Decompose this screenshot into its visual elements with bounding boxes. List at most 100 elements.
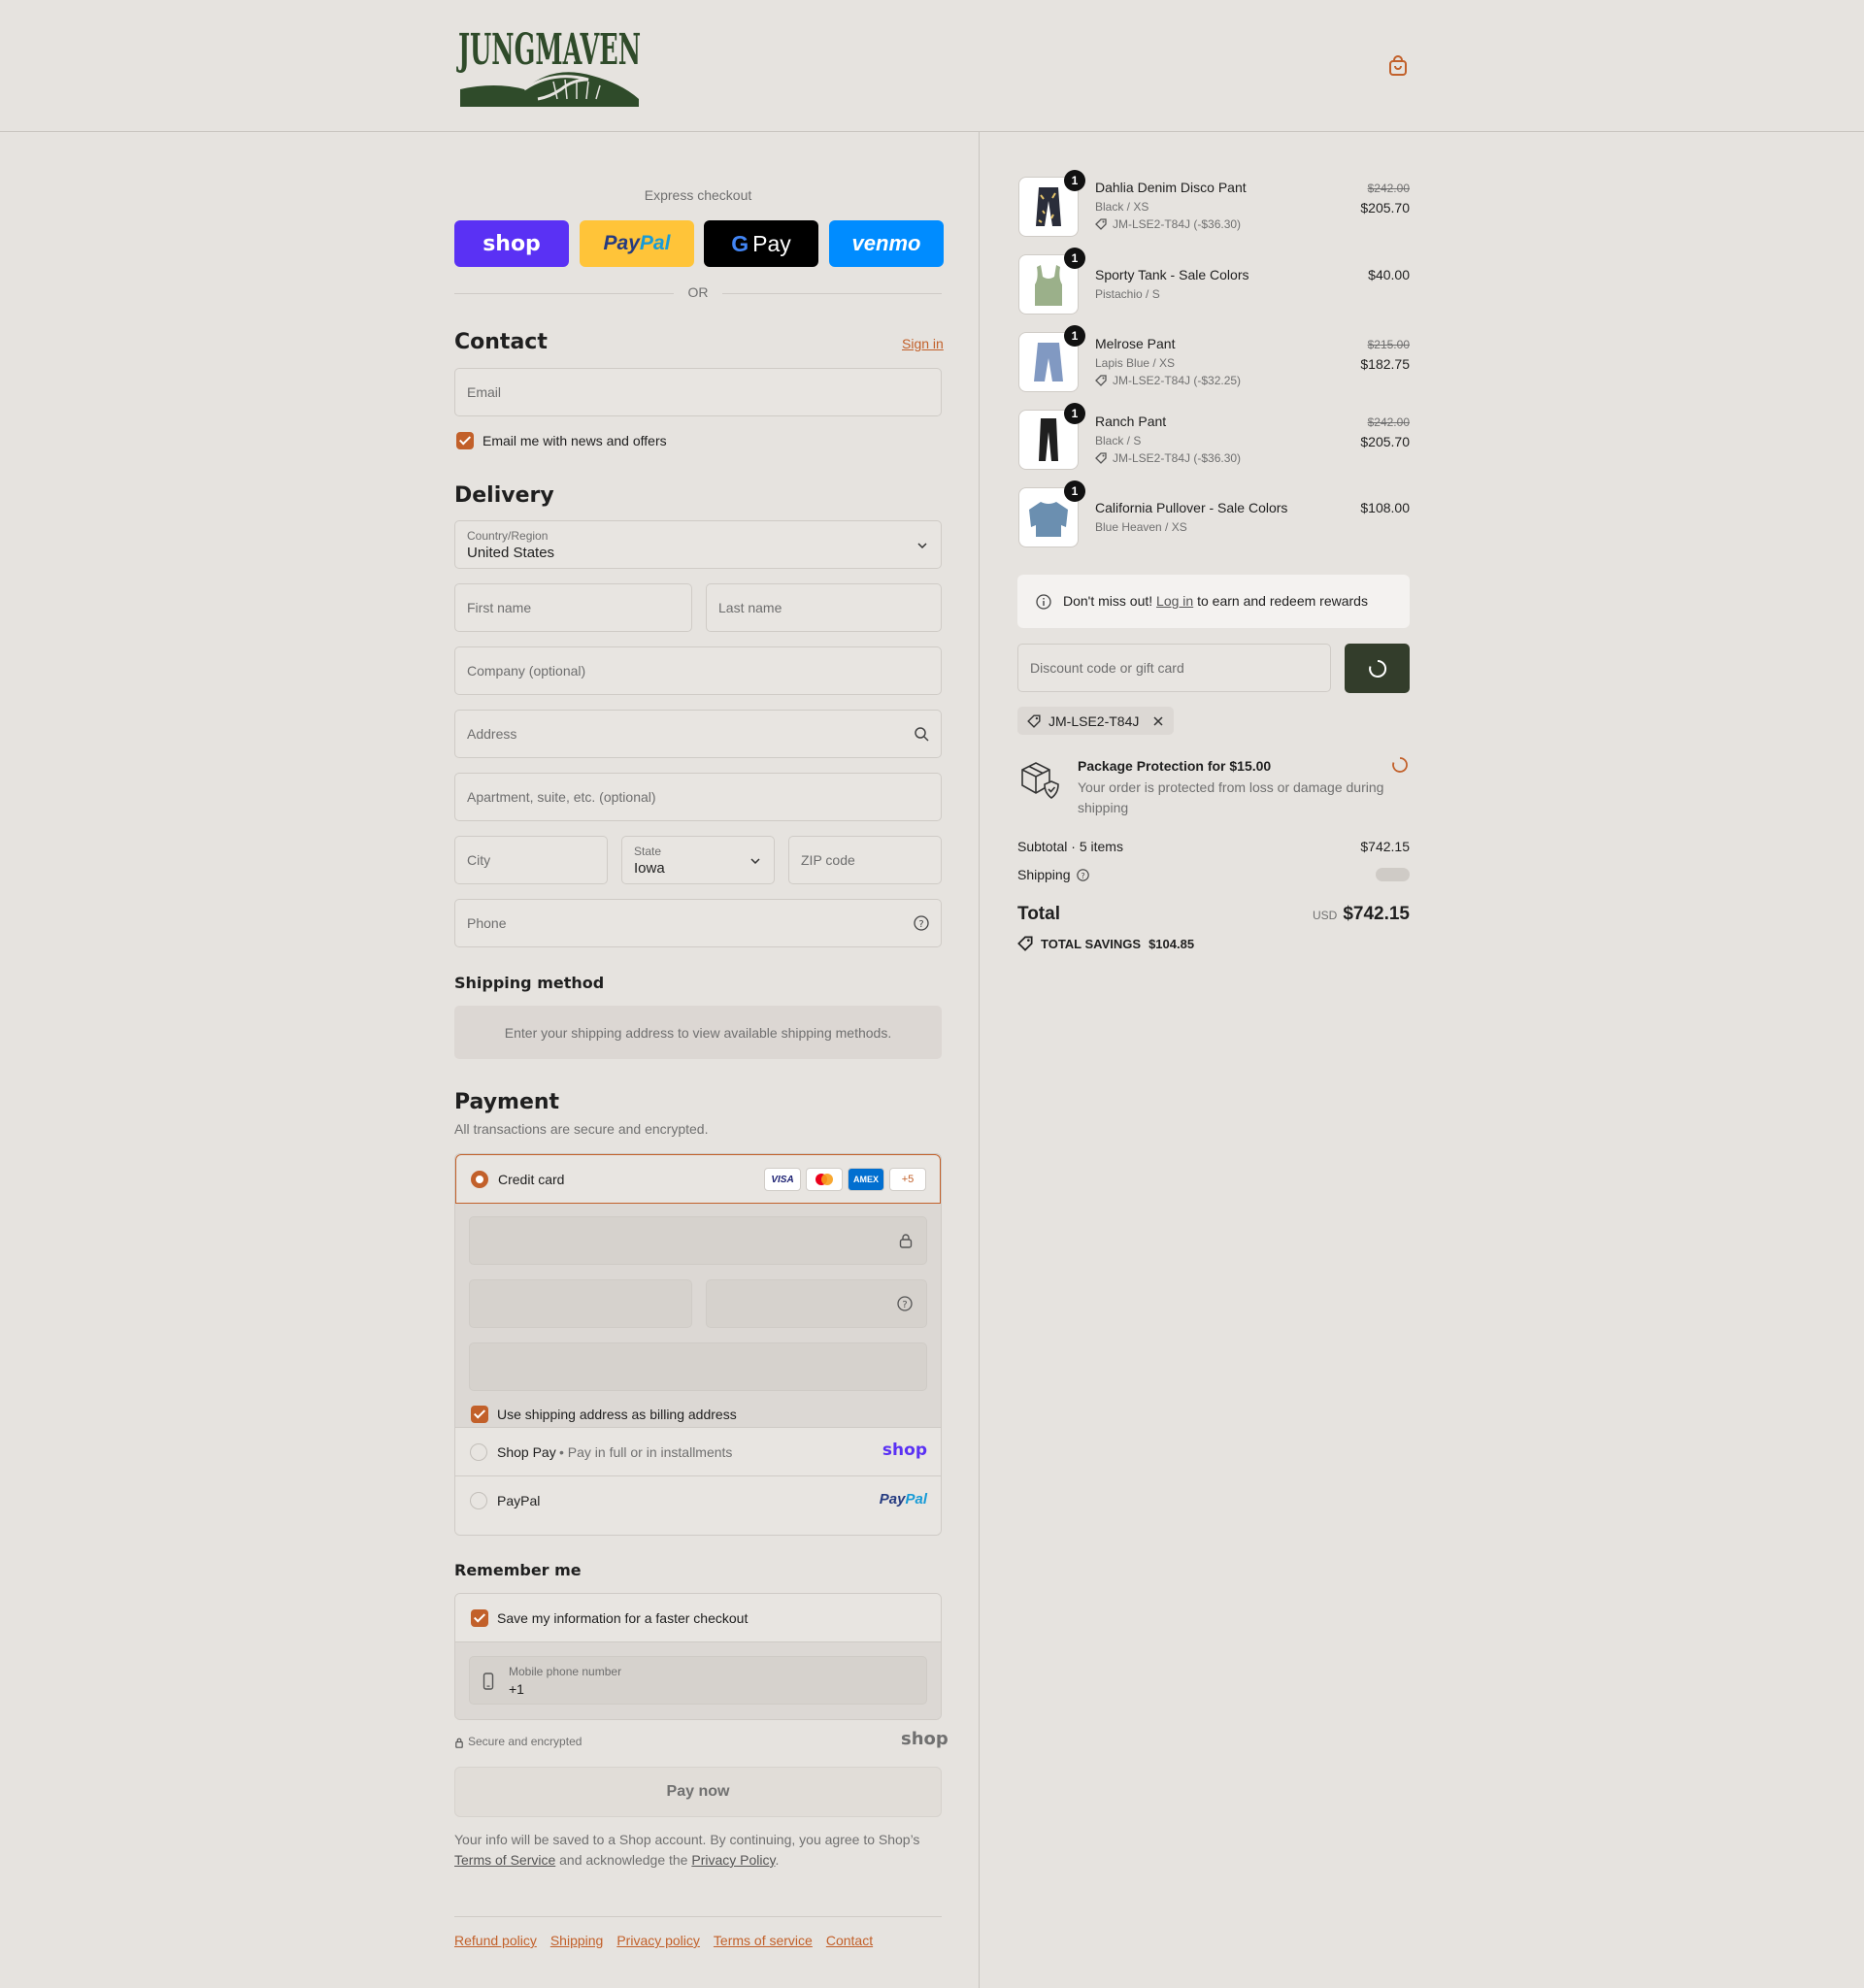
paypal-radio[interactable] [470,1492,487,1509]
help-icon[interactable]: ? [897,1296,913,1311]
card-security-code-field[interactable]: ? [706,1279,927,1328]
discount-code-placeholder: Discount code or gift card [1030,660,1184,676]
tag-icon [1095,218,1107,230]
cart-item-old-price: $242.00 [1367,182,1410,195]
amex-badge-text: AMEX [852,1175,879,1184]
venmo-logo: venmo [851,231,921,255]
company-field[interactable]: Company (optional) [454,646,942,695]
shopping-bag-icon[interactable] [1386,54,1410,78]
paypal-label: PayPal [497,1493,541,1508]
total-label: Total [1017,904,1060,924]
quantity-badge: 1 [1064,403,1085,424]
zip-field[interactable]: ZIP code [788,836,942,884]
cardholder-name-field[interactable] [469,1342,927,1391]
company-placeholder: Company (optional) [467,663,586,679]
shop-pay-option[interactable]: Shop Pay • Pay in full or in installment… [455,1427,941,1475]
shop-pay-logo: shop [483,231,541,256]
cart-item-name: California Pullover - Sale Colors [1095,500,1288,515]
pay-now-button[interactable]: Pay now [454,1767,942,1817]
refund-policy-link[interactable]: Refund policy [454,1933,537,1948]
chevron-down-icon [917,543,927,549]
first-name-field[interactable]: First name [454,583,692,632]
shop-logo: shop [901,1729,949,1749]
billing-address-checkbox[interactable] [471,1406,488,1423]
save-info-label: Save my information for a faster checkou… [497,1610,749,1626]
venmo-express-button[interactable]: venmo [829,220,944,267]
cart-item-price: $205.70 [1360,434,1410,449]
apply-discount-button[interactable] [1345,644,1410,693]
cart-item-thumb: 1 [1018,248,1085,315]
save-info-checkbox[interactable] [471,1609,488,1627]
city-field[interactable]: City [454,836,608,884]
apartment-field[interactable]: Apartment, suite, etc. (optional) [454,773,942,821]
credit-card-radio[interactable] [471,1171,488,1188]
news-checkbox[interactable] [456,432,474,449]
discount-code-field[interactable]: Discount code or gift card [1017,644,1331,692]
credit-card-option[interactable]: Credit card VISA AMEX +5 [455,1154,941,1204]
save-info-row[interactable]: Save my information for a faster checkou… [455,1594,941,1642]
privacy-policy-footer-link[interactable]: Privacy policy [616,1933,700,1948]
cart-item-discount: JM-LSE2-T84J (-$36.30) [1095,451,1241,465]
paypal-option[interactable]: PayPal PayPal [455,1475,941,1535]
credit-card-label: Credit card [498,1172,565,1187]
quantity-badge: 1 [1064,480,1085,502]
tag-icon [1095,452,1107,464]
shipping-link[interactable]: Shipping [550,1933,604,1948]
country-select[interactable]: Country/Region United States [454,520,942,569]
shop-pay-express-button[interactable]: shop [454,220,569,267]
payment-methods: Credit card VISA AMEX +5 ? Use shipping … [454,1153,942,1536]
help-icon[interactable]: ? [914,915,929,931]
header: JUNGMAVEN [0,0,1864,132]
package-protection-title: Package Protection for $15.00 [1078,758,1272,774]
cart-item-variant: Black / XS [1095,200,1149,214]
rewards-text: Don't miss out! Log in to earn and redee… [1063,593,1368,609]
terms-of-service-link[interactable]: Terms of Service [454,1852,555,1868]
shipping-method-heading: Shipping method [454,974,605,992]
card-details-panel: ? Use shipping address as billing addres… [455,1204,941,1427]
legal-end: . [775,1852,780,1868]
rewards-login-link[interactable]: Log in [1156,593,1193,609]
footer-links: Refund policy Shipping Privacy policy Terms… [454,1933,886,1950]
privacy-policy-link[interactable]: Privacy Policy [691,1852,775,1868]
address-placeholder: Address [467,726,517,742]
shop-pay-radio[interactable] [470,1443,487,1461]
quantity-badge: 1 [1064,325,1085,347]
column-divider [979,132,980,1988]
legal-pre: Your info will be saved to a Shop accoun… [454,1832,920,1847]
paypal-express-button[interactable]: Pay Pal [580,220,694,267]
country-label: Country/Region [467,529,549,543]
state-label: State [634,845,662,858]
last-name-field[interactable]: Last name [706,583,942,632]
state-select[interactable]: State Iowa [621,836,775,884]
applied-discount-code: JM-LSE2-T84J [1048,712,1140,729]
contact-link[interactable]: Contact [826,1933,873,1948]
info-icon [1036,594,1051,610]
cart-item-old-price: $242.00 [1367,415,1410,429]
svg-text:?: ? [902,1300,907,1310]
jungmaven-logo[interactable]: JUNGMAVEN [456,21,643,111]
secure-encrypted-text: Secure and encrypted [468,1735,582,1748]
cart-item-price: $205.70 [1360,200,1410,215]
sign-in-link[interactable]: Sign in [902,336,944,351]
google-pay-express-button[interactable]: G Pay [704,220,818,267]
state-value: Iowa [634,860,665,877]
subtotal-label: Subtotal · 5 items [1017,839,1123,854]
cart-item-variant: Black / S [1095,434,1142,447]
cart-item-variant: Pistachio / S [1095,287,1160,301]
help-icon[interactable]: ? [1076,868,1089,881]
shipping-label: Shipping [1017,867,1071,882]
email-field[interactable]: Email [454,368,942,416]
total-savings-label: TOTAL SAVINGS [1041,936,1142,951]
terms-of-service-footer-link[interactable]: Terms of service [714,1933,813,1948]
or-divider-text: OR [687,284,709,300]
phone-field[interactable]: Phone ? [454,899,942,947]
loading-spinner-icon [1368,659,1386,678]
card-expiry-field[interactable] [469,1279,692,1328]
mobile-phone-field[interactable]: Mobile phone number +1 [469,1656,927,1705]
shipping-method-notice: Enter your shipping address to view avai… [454,1006,942,1059]
cart-item-variant: Blue Heaven / XS [1095,520,1187,534]
close-icon[interactable] [1152,715,1164,727]
remember-me-panel: Save my information for a faster checkou… [454,1593,942,1720]
card-number-field[interactable] [469,1216,927,1265]
address-field[interactable]: Address [454,710,942,758]
